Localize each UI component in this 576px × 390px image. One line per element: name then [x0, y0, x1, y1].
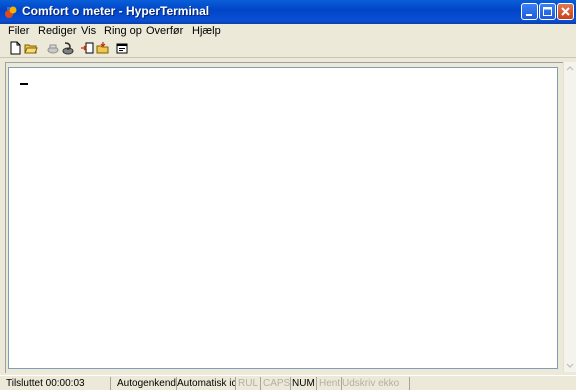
scroll-up-arrow-icon[interactable]: [564, 62, 576, 74]
menu-filer[interactable]: Filer: [8, 25, 29, 37]
menu-bar: Filer Rediger Vis Ring op Overfør Hjælp: [0, 24, 576, 40]
status-capture: Hent: [319, 377, 342, 390]
menu-vis[interactable]: Vis: [81, 25, 96, 37]
close-icon: [561, 7, 570, 16]
status-num-lock: NUM: [292, 377, 317, 390]
maximize-button[interactable]: [539, 3, 556, 20]
menu-ring-op[interactable]: Ring op: [104, 25, 142, 37]
status-bar: Tilsluttet 00:00:03 Autogenkend Automati…: [0, 375, 576, 390]
status-connection: Tilsluttet 00:00:03: [6, 377, 111, 390]
scroll-down-arrow-icon[interactable]: [564, 360, 576, 372]
menu-overfor[interactable]: Overfør: [146, 25, 183, 37]
maximize-icon: [543, 7, 552, 16]
properties-icon[interactable]: [115, 41, 129, 55]
connect-icon[interactable]: [46, 41, 60, 55]
menu-rediger[interactable]: Rediger: [38, 25, 77, 37]
disconnect-icon[interactable]: [61, 41, 75, 55]
status-mode: Automatisk ic: [177, 377, 236, 390]
open-folder-icon[interactable]: [24, 41, 38, 55]
status-scroll-lock: RUL: [238, 377, 261, 390]
status-print-echo: Udskriv ekko: [342, 377, 410, 390]
window-title: Comfort o meter - HyperTerminal: [22, 4, 210, 18]
toolbar: [0, 40, 576, 58]
terminal-area[interactable]: [8, 67, 558, 369]
menu-hjaelp[interactable]: Hjælp: [192, 25, 221, 37]
status-caps-lock: CAPS: [263, 377, 291, 390]
minimize-icon: [526, 14, 532, 16]
minimize-button[interactable]: [521, 3, 538, 20]
send-file-icon[interactable]: [80, 41, 94, 55]
new-document-icon[interactable]: [8, 41, 22, 55]
receive-file-icon[interactable]: [96, 41, 110, 55]
title-bar[interactable]: Comfort o meter - HyperTerminal: [0, 0, 576, 24]
text-cursor: [20, 83, 28, 85]
hyperterminal-app-icon[interactable]: [4, 5, 18, 19]
close-button[interactable]: [557, 3, 574, 20]
vertical-scrollbar[interactable]: [563, 62, 576, 372]
status-autodetect: Autogenkend: [117, 377, 177, 390]
